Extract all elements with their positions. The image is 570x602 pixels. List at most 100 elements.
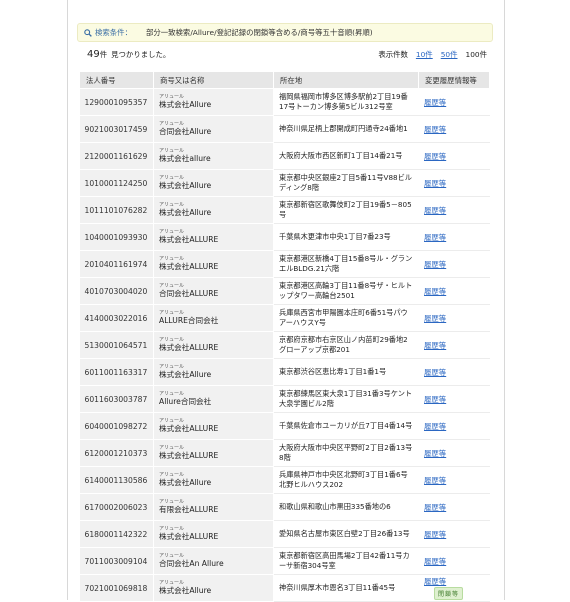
history-link[interactable]: 履歴等 xyxy=(424,557,446,566)
company-name-cell: アリュール 合同会社Allure xyxy=(153,115,274,143)
search-conditions-label: 検索条件： xyxy=(84,27,132,38)
company-address: 東京都港区新橋4丁目15番8号ル・グランエルBLDG.21六階 xyxy=(273,250,419,278)
company-address: 愛知県名古屋市東区白壁2丁目26番13号 xyxy=(273,520,419,548)
corporate-number: 6011001163317 xyxy=(79,358,154,386)
history-cell: 履歴等 xyxy=(418,88,490,116)
table-row: 6170002006023 アリュール 有限会社ALLURE 和歌山県和歌山市黒田33… xyxy=(79,493,490,521)
company-name: 株式会社ALLURE xyxy=(159,531,219,541)
company-name: 合同会社ALLURE xyxy=(159,288,219,298)
company-name-cell: アリュール 株式会社Allure xyxy=(153,196,274,224)
table-row: 1010001124250 アリュール 株式会社Allure 東京都中央区銀座2丁目5… xyxy=(79,169,490,197)
history-link[interactable]: 履歴等 xyxy=(424,422,446,431)
table-row: 6120001210373 アリュール 株式会社ALLURE 大阪府大阪市中央区平野町… xyxy=(79,439,490,467)
history-link[interactable]: 履歴等 xyxy=(424,233,446,242)
corporate-number: 4140003022016 xyxy=(79,304,154,332)
company-name: 合同会社Allure xyxy=(159,126,212,136)
history-link[interactable]: 履歴等 xyxy=(424,395,446,404)
corporate-number: 6140001130586 xyxy=(79,466,154,494)
search-label-text: 検索条件： xyxy=(95,28,132,37)
history-cell: 履歴等 xyxy=(418,493,490,521)
company-name: 株式会社ALLURE xyxy=(159,234,219,244)
corporate-number: 9021003017459 xyxy=(79,115,154,143)
history-cell: 履歴等閉鎖等 xyxy=(418,574,490,602)
table-row: 9021003017459 アリュール 合同会社Allure 神奈川県足柄上郡開成町円… xyxy=(79,115,490,143)
table-row: 2120001161629 アリュール 株式会社allure 大阪府大阪市西区新町1丁… xyxy=(79,142,490,170)
history-link[interactable]: 履歴等 xyxy=(424,179,446,188)
company-address: 京都府京都市右京区山ノ内苗町29番地2グローアップ京都201 xyxy=(273,331,419,359)
company-name: 株式会社Allure xyxy=(159,369,212,379)
search-conditions-text: 部分一致検索/Allure/登記記録の閉鎖等含める/商号等五十音順(昇順) xyxy=(145,28,373,37)
per-page-50-link[interactable]: 50件 xyxy=(441,49,458,60)
result-count-unit: 件 xyxy=(99,49,108,59)
company-name-cell: アリュール 株式会社Allure xyxy=(153,169,274,197)
company-name: Allure合同会社 xyxy=(159,396,212,406)
history-link[interactable]: 履歴等 xyxy=(424,98,446,107)
company-name: 株式会社Allure xyxy=(159,180,212,190)
history-cell: 履歴等 xyxy=(418,304,490,332)
table-row: 4010703004020 アリュール 合同会社ALLURE 東京都港区高輪3丁目11… xyxy=(79,277,490,305)
company-address: 東京都中央区銀座2丁目5番11号V88ビルディング8階 xyxy=(273,169,419,197)
company-address: 大阪府大阪市中央区平野町2丁目2番13号8階 xyxy=(273,439,419,467)
corporate-number: 6040001098272 xyxy=(79,412,154,440)
company-address: 兵庫県西宮市甲陽園本庄町6番51号パウアーハウスY号 xyxy=(273,304,419,332)
company-address: 東京都練馬区東大泉1丁目31番3号ケント大泉学園ビル2階 xyxy=(273,385,419,413)
history-cell: 履歴等 xyxy=(418,142,490,170)
company-name-cell: アリュール 株式会社ALLURE xyxy=(153,439,274,467)
history-link[interactable]: 履歴等 xyxy=(424,476,446,485)
corporate-number: 1040001093930 xyxy=(79,223,154,251)
history-link[interactable]: 履歴等 xyxy=(424,314,446,323)
history-cell: 履歴等 xyxy=(418,331,490,359)
header-corporate-number: 法人番号 xyxy=(79,71,154,89)
per-page-10-link[interactable]: 10件 xyxy=(416,49,433,60)
table-row: 4140003022016 アリュール ALLURE合同会社 兵庫県西宮市甲陽園本庄町… xyxy=(79,304,490,332)
company-name-cell: アリュール 株式会社ALLURE xyxy=(153,223,274,251)
corporate-number: 2120001161629 xyxy=(79,142,154,170)
history-cell: 履歴等 xyxy=(418,169,490,197)
history-link[interactable]: 履歴等 xyxy=(424,368,446,377)
table-row: 5130001064571 アリュール 株式会社ALLURE 京都府京都市右京区山ノ内… xyxy=(79,331,490,359)
table-row: 7011003009104 アリュール 合同会社An Allure 東京都新宿区高田馬… xyxy=(79,547,490,575)
company-name-cell: アリュール Allure合同会社 xyxy=(153,385,274,413)
history-link[interactable]: 履歴等 xyxy=(424,260,446,269)
history-cell: 履歴等 xyxy=(418,412,490,440)
closed-status-badge: 閉鎖等 xyxy=(434,587,464,600)
company-address: 千葉県木更津市中央1丁目7番23号 xyxy=(273,223,419,251)
history-link[interactable]: 履歴等 xyxy=(424,206,446,215)
history-link[interactable]: 履歴等 xyxy=(424,152,446,161)
history-link[interactable]: 履歴等 xyxy=(424,577,446,586)
company-name-cell: アリュール 合同会社An Allure xyxy=(153,547,274,575)
company-name: 株式会社Allure xyxy=(159,99,212,109)
history-cell: 履歴等 xyxy=(418,439,490,467)
history-cell: 履歴等 xyxy=(418,115,490,143)
history-link[interactable]: 履歴等 xyxy=(424,449,446,458)
history-cell: 履歴等 xyxy=(418,520,490,548)
corporate-number: 5130001064571 xyxy=(79,331,154,359)
history-link[interactable]: 履歴等 xyxy=(424,503,446,512)
history-link[interactable]: 履歴等 xyxy=(424,287,446,296)
corporate-number: 4010703004020 xyxy=(79,277,154,305)
table-row: 6140001130586 アリュール 株式会社Allure 兵庫県神戸市中央区北野町… xyxy=(79,466,490,494)
history-cell: 履歴等 xyxy=(418,277,490,305)
table-header-row: 法人番号 商号又は名称 所在地 変更履歴情報等 xyxy=(79,71,490,89)
company-name: 株式会社ALLURE xyxy=(159,423,219,433)
corporate-number: 7011003009104 xyxy=(79,547,154,575)
company-name-cell: アリュール 株式会社allure xyxy=(153,142,274,170)
history-link[interactable]: 履歴等 xyxy=(424,125,446,134)
company-name: 株式会社ALLURE xyxy=(159,342,219,352)
per-page-current: 100件 xyxy=(465,49,488,59)
search-conditions-bar: 検索条件： 部分一致検索/Allure/登記記録の閉鎖等含める/商号等五十音順(… xyxy=(77,23,493,42)
history-link[interactable]: 履歴等 xyxy=(424,341,446,350)
company-name-cell: アリュール 株式会社Allure xyxy=(153,466,274,494)
history-cell: 履歴等 xyxy=(418,250,490,278)
table-row: 7021001069818 アリュール 株式会社Allure 神奈川県厚木市恩名3丁目… xyxy=(79,574,490,602)
company-name: 合同会社An Allure xyxy=(159,558,224,568)
table-row: 6040001098272 アリュール 株式会社ALLURE 千葉県佐倉市ユーカリが丘… xyxy=(79,412,490,440)
search-icon xyxy=(84,28,92,37)
company-address: 東京都港区高輪3丁目11番8号ザ・ヒルトップタワー高輪台2501 xyxy=(273,277,419,305)
corporate-number: 6170002006023 xyxy=(79,493,154,521)
history-link[interactable]: 履歴等 xyxy=(424,530,446,539)
header-address: 所在地 xyxy=(273,71,419,89)
history-cell: 履歴等 xyxy=(418,466,490,494)
history-cell: 履歴等 xyxy=(418,547,490,575)
company-name-cell: アリュール 株式会社Allure xyxy=(153,88,274,116)
